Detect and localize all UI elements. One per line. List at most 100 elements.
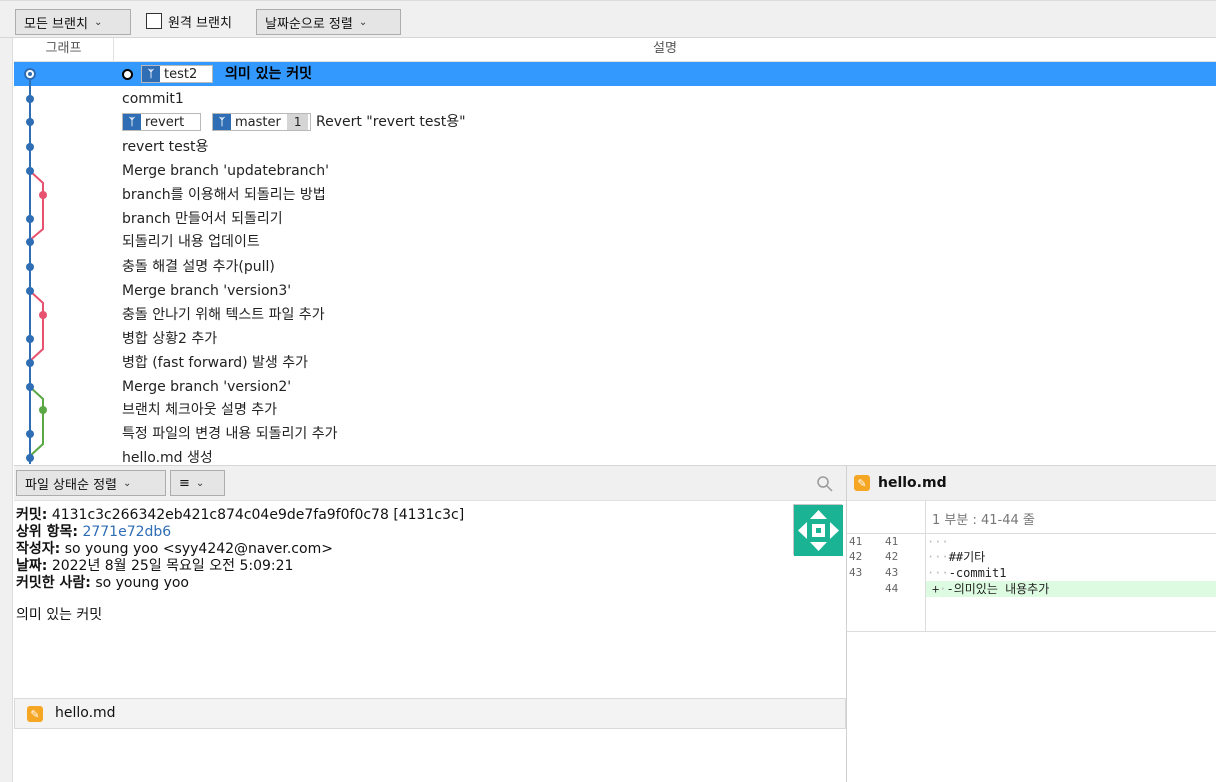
graph-node[interactable] [26,287,34,295]
branch-icon: ᛉ [123,114,141,130]
graph-node[interactable] [26,263,34,271]
graph-node[interactable] [26,143,34,151]
commit-row[interactable]: branch 만들어서 되돌리기 [14,207,1216,231]
list-icon: ≡ [179,475,190,491]
graph-node[interactable] [26,430,34,438]
ahead-count-badge: 1 [286,114,309,130]
branch-icon: ᛉ [142,66,160,82]
commit-row[interactable]: 병합 (fast forward) 발생 추가 [14,351,1216,375]
commit-message: Merge branch 'version3' [122,283,292,299]
commit-graph [24,68,47,464]
branch-icon: ᛉ [213,114,231,130]
description-column-header[interactable]: 설명 [114,38,1216,62]
changed-file-name: hello.md [55,705,116,721]
diff-line: 42 42 ···##기타 [849,550,986,564]
graph-node[interactable] [39,406,47,414]
diff-line-added: 44 +·-의미있는 내용추가 [847,581,1216,597]
commit-message: 특정 파일의 변경 내용 되돌리기 추가 [122,426,338,442]
pencil-icon: ✎ [27,706,43,722]
commit-row[interactable]: Merge branch 'version3' [14,279,1216,303]
commit-details-panel: 커밋: 4131c3c266342eb421c874c04e9de7fa9f0f… [14,501,846,697]
diff-gutter-divider [925,501,926,632]
graph-node[interactable] [26,238,34,246]
commit-row[interactable]: 병합 상황2 추가 [14,327,1216,351]
chevron-down-icon: ⌄ [93,16,103,28]
branch-tag-label: test2 [164,66,198,82]
file-sort-label: 파일 상태순 정렬 [25,477,117,493]
commit-message: 병합 상황2 추가 [122,331,218,347]
hunk-header-label: 1 부분 : 41-44 줄 [932,513,1035,528]
commit-message: 브랜치 체크아웃 설명 추가 [122,402,278,418]
sort-order-dropdown[interactable]: 날짜순으로 정렬 ⌄ [256,9,401,35]
graph-node[interactable] [26,383,34,391]
commit-row[interactable]: ᛉ revert ᛉ master 1 Revert "revert test용… [14,110,1216,134]
graph-node[interactable] [39,311,47,319]
commit-row[interactable]: hello.md 생성 [14,446,1216,464]
changed-files-header[interactable]: ✎ hello.md [14,698,846,729]
top-toolbar: 모든 브랜치 ⌄ 원격 브랜치 날짜순으로 정렬 ⌄ [0,0,1216,38]
diff-body[interactable]: 41 41 ··· 42 42 ···##기타 43 43 ···-commit1 4… [847,534,1216,632]
commit-message: Revert "revert test용" [316,114,466,130]
graph-branch-line [29,170,44,241]
commit-message: Merge branch 'version2' [122,379,292,395]
branch-tag-label: revert [145,114,185,130]
graph-column-header[interactable]: 그래프 [14,38,114,62]
graph-node[interactable] [26,215,34,223]
commit-row[interactable]: 충돌 해결 설명 추가(pull) [14,255,1216,279]
commit-message: Merge branch 'updatebranch' [122,163,329,179]
commit-row-selected[interactable]: ᛉ test2 의미 있는 커밋 [14,62,1216,86]
branch-tag-master[interactable]: ᛉ master 1 [212,113,311,131]
commit-message: 충돌 해결 설명 추가(pull) [122,259,275,275]
branch-filter-label: 모든 브랜치 [24,16,88,32]
graph-node[interactable] [39,191,47,199]
graph-node[interactable] [26,335,34,343]
head-marker-icon [122,69,133,80]
view-mode-dropdown[interactable]: ≡ ⌄ [170,470,225,496]
remote-branches-checkbox[interactable] [146,13,162,29]
commit-message: revert test용 [122,139,209,155]
commit-full-message: 의미 있는 커밋 [16,607,103,623]
commit-message: branch 만들어서 되돌리기 [122,211,283,227]
chevron-down-icon: ⌄ [195,477,205,489]
commit-message: 되돌리기 내용 업데이트 [122,234,260,250]
commit-message: 의미 있는 커밋 [225,66,313,82]
commit-row[interactable]: 특정 파일의 변경 내용 되돌리기 추가 [14,422,1216,446]
commit-row[interactable]: 되돌리기 내용 업데이트 [14,230,1216,254]
commit-row[interactable]: branch를 이용해서 되돌리는 방법 [14,183,1216,207]
commit-row[interactable]: Merge branch 'updatebranch' [14,159,1216,183]
branch-tag-revert[interactable]: ᛉ revert [122,113,201,131]
sort-order-label: 날짜순으로 정렬 [265,16,353,32]
commit-row[interactable]: 충돌 안나기 위해 텍스트 파일 추가 [14,303,1216,327]
graph-branch-line [29,386,44,457]
commit-row[interactable]: Merge branch 'version2' [14,375,1216,399]
diff-file-header: ✎ hello.md [847,465,1216,501]
diff-line: 43 43 ···-commit1 [849,566,1007,580]
file-sort-dropdown[interactable]: 파일 상태순 정렬 ⌄ [16,470,166,496]
commit-row[interactable]: 브랜치 체크아웃 설명 추가 [14,398,1216,422]
committer-value: so young yoo [95,575,189,591]
changed-files-list[interactable] [14,729,846,782]
branch-filter-dropdown[interactable]: 모든 브랜치 ⌄ [15,9,131,35]
commit-list-header: 그래프 설명 [14,38,1216,62]
file-panel-toolbar: 파일 상태순 정렬 ⌄ ≡ ⌄ [14,465,846,501]
branch-tag-test2[interactable]: ᛉ test2 [141,65,213,83]
commit-list[interactable]: ᛉ test2 의미 있는 커밋 commit1 ᛉ revert ᛉ mast… [14,62,1216,464]
search-icon[interactable] [816,475,834,493]
pencil-icon: ✎ [854,475,870,491]
graph-node[interactable] [26,359,34,367]
graph-node[interactable] [26,118,34,126]
hunk-header: 1 부분 : 41-44 줄 [847,501,1216,534]
graph-node[interactable] [26,167,34,175]
commit-row[interactable]: commit1 [14,87,1216,111]
commit-message: 병합 (fast forward) 발생 추가 [122,355,308,371]
author-avatar [793,504,843,556]
commit-message: 충돌 안나기 위해 텍스트 파일 추가 [122,307,325,323]
graph-node[interactable] [26,454,34,462]
diff-line: 41 41 ··· [849,535,949,549]
diff-file-name: hello.md [878,475,947,491]
diff-empty-area [847,633,1216,782]
graph-node[interactable] [26,95,34,103]
graph-node-head-center [28,72,32,76]
chevron-down-icon: ⌄ [358,16,368,28]
commit-row[interactable]: revert test용 [14,135,1216,159]
